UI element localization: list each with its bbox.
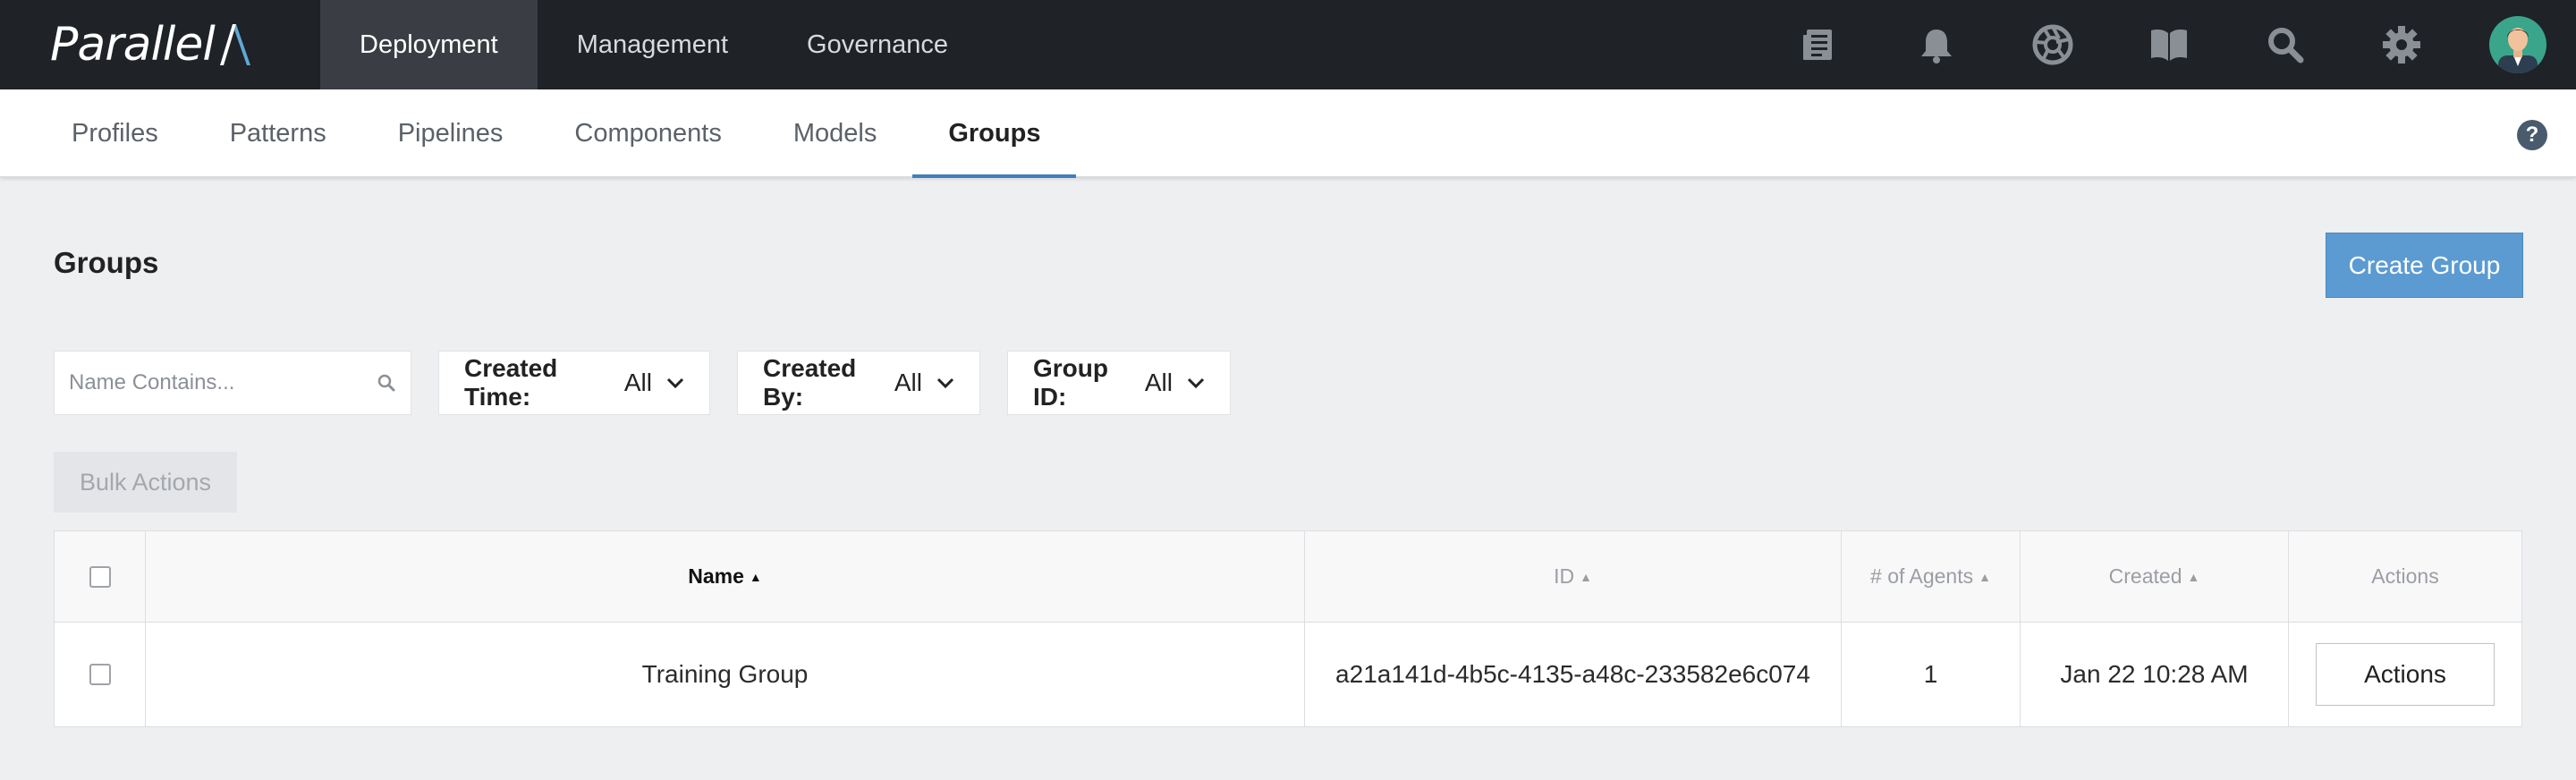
column-label: Name — [688, 564, 744, 588]
name-search-field[interactable] — [54, 351, 411, 415]
book-icon[interactable] — [2111, 0, 2227, 89]
cell-agents: 1 — [1842, 623, 2021, 726]
filter-value: All — [1144, 369, 1173, 396]
create-group-button[interactable]: Create Group — [2326, 233, 2523, 298]
column-header-agents[interactable]: # of Agents ▲ — [1842, 531, 2021, 622]
main-nav: Deployment Management Governance — [320, 0, 987, 89]
table-header-row: Name ▲ ID ▲ # of Agents ▲ Created ▲ Acti… — [55, 531, 2521, 623]
table-row: Training Group a21a141d-4b5c-4135-a48c-2… — [55, 623, 2521, 726]
cell-name[interactable]: Training Group — [146, 623, 1305, 726]
aperture-icon[interactable] — [1995, 0, 2111, 89]
cell-id: a21a141d-4b5c-4135-a48c-233582e6c074 — [1305, 623, 1842, 726]
tab-profiles[interactable]: Profiles — [36, 89, 194, 177]
sort-up-icon: ▲ — [1979, 569, 1991, 584]
page-title: Groups — [54, 246, 159, 279]
row-select-cell — [55, 623, 146, 726]
select-all-checkbox[interactable] — [89, 565, 111, 588]
filter-value: All — [623, 369, 652, 396]
filter-label: Group ID: — [1033, 354, 1108, 411]
created-time-filter[interactable]: Created Time: All — [438, 351, 710, 415]
cell-actions: Actions — [2289, 623, 2521, 726]
tab-patterns[interactable]: Patterns — [194, 89, 362, 177]
avatar[interactable] — [2460, 0, 2576, 89]
groups-table: Name ▲ ID ▲ # of Agents ▲ Created ▲ Acti… — [54, 530, 2522, 727]
column-header-id[interactable]: ID ▲ — [1305, 531, 1842, 622]
logo-text: Parallel — [50, 18, 216, 72]
created-by-filter[interactable]: Created By: All — [737, 351, 980, 415]
column-label: # of Agents — [1870, 564, 1974, 588]
filter-value: All — [894, 369, 922, 396]
top-icon-bar — [1762, 0, 2576, 89]
column-header-created[interactable]: Created ▲ — [2021, 531, 2289, 622]
bulk-actions-button: Bulk Actions — [54, 452, 237, 513]
search-icon[interactable] — [2227, 0, 2343, 89]
brand-logo[interactable]: Parallel — [50, 20, 265, 70]
nav-deployment[interactable]: Deployment — [320, 0, 538, 89]
chevron-down-icon — [1187, 377, 1205, 389]
row-checkbox[interactable] — [89, 664, 111, 685]
nav-governance[interactable]: Governance — [767, 0, 987, 89]
gear-icon[interactable] — [2343, 0, 2460, 89]
filter-label: Created By: — [763, 354, 857, 411]
tab-models[interactable]: Models — [758, 89, 913, 177]
filter-label: Created Time: — [464, 354, 558, 411]
sort-up-icon: ▲ — [749, 569, 762, 584]
bell-icon[interactable] — [1878, 0, 1995, 89]
chevron-down-icon — [936, 377, 954, 389]
column-label: ID — [1554, 564, 1575, 588]
column-header-actions: Actions — [2289, 531, 2521, 622]
tab-components[interactable]: Components — [538, 89, 757, 177]
sort-up-icon: ▲ — [2187, 569, 2200, 584]
tab-groups[interactable]: Groups — [912, 89, 1077, 178]
nav-management[interactable]: Management — [538, 0, 767, 89]
chevron-down-icon — [666, 377, 684, 389]
sort-up-icon: ▲ — [1580, 569, 1592, 584]
column-header-name[interactable]: Name ▲ — [146, 531, 1305, 622]
logo-mark-icon — [219, 24, 250, 65]
column-label: Actions — [2371, 564, 2439, 588]
tab-pipelines[interactable]: Pipelines — [362, 89, 539, 177]
column-label: Created — [2108, 564, 2182, 588]
search-icon — [377, 374, 395, 392]
row-actions-button[interactable]: Actions — [2316, 643, 2495, 706]
document-icon[interactable] — [1762, 0, 1878, 89]
select-all-cell — [55, 531, 146, 622]
sub-nav: Profiles Patterns Pipelines Components M… — [0, 89, 2576, 178]
group-id-filter[interactable]: Group ID: All — [1007, 351, 1231, 415]
top-navbar: Parallel Deployment Management Governanc… — [0, 0, 2576, 89]
help-icon[interactable]: ? — [2517, 120, 2547, 150]
name-search-input[interactable] — [69, 370, 377, 395]
cell-created: Jan 22 10:28 AM — [2021, 623, 2289, 726]
